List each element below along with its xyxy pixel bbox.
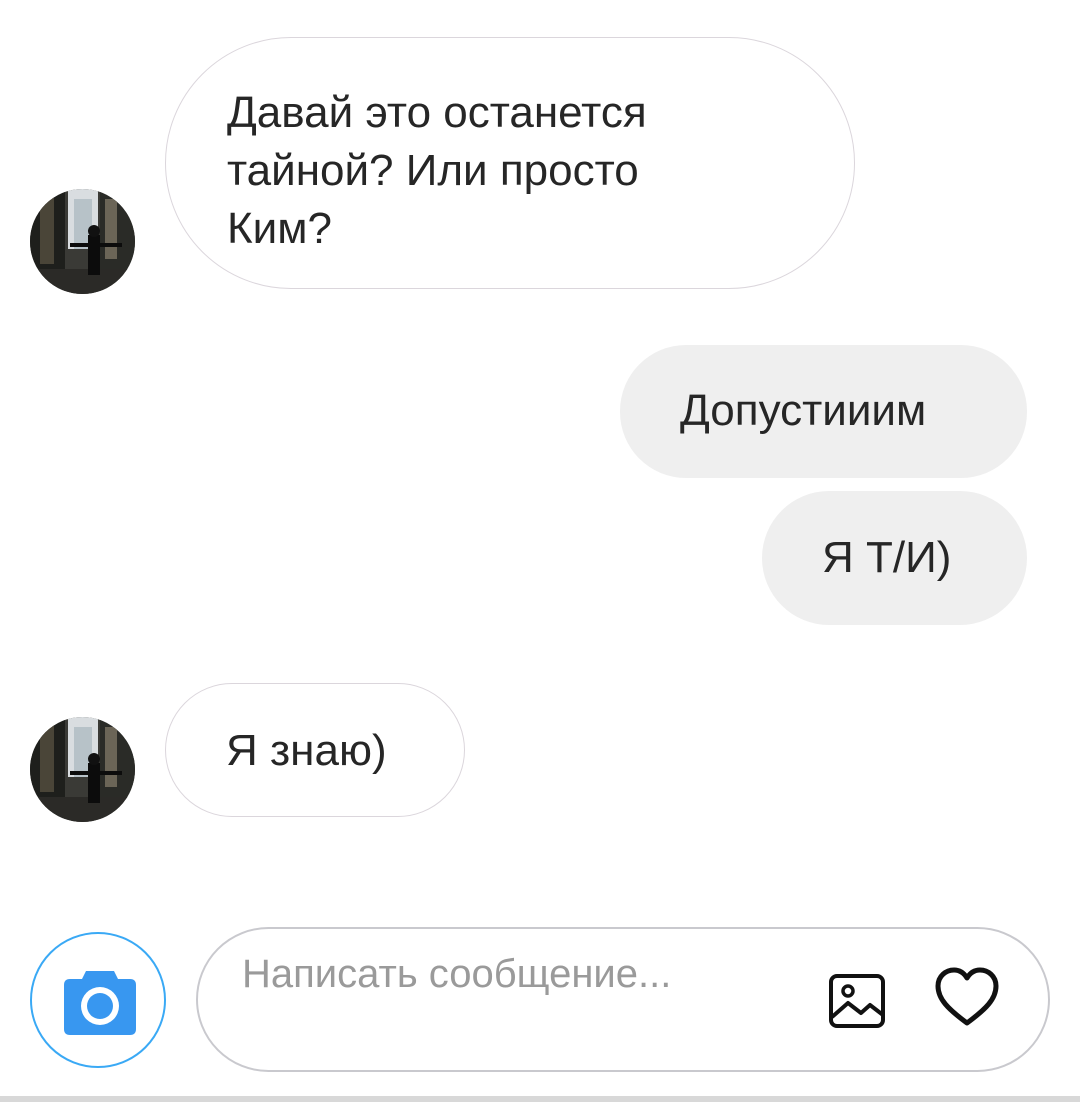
message-text-line: Допустииим (680, 386, 927, 435)
image-icon[interactable] (828, 973, 886, 1029)
heart-icon[interactable] (934, 967, 1000, 1029)
message-text-line: Я знаю) (226, 726, 387, 775)
incoming-message[interactable]: Я знаю) (165, 683, 465, 817)
avatar-photo (30, 717, 135, 822)
avatar-photo (30, 189, 135, 294)
message-composer (196, 927, 1050, 1072)
bottom-divider (0, 1096, 1080, 1102)
camera-icon (64, 971, 136, 1035)
message-text-line: Ким? (227, 204, 332, 253)
message-text-line: Давай это останется (227, 88, 647, 137)
sender-avatar[interactable] (30, 717, 135, 822)
message-text-line: тайной? Или просто (227, 146, 639, 195)
sender-avatar[interactable] (30, 189, 135, 294)
message-text-line: Я Т/И) (822, 533, 952, 582)
outgoing-message[interactable]: Допустииим (620, 345, 1027, 478)
camera-button[interactable] (30, 932, 166, 1068)
message-input[interactable] (242, 949, 802, 1053)
incoming-message[interactable]: Давай это останется тайной? Или просто К… (165, 37, 855, 289)
outgoing-message[interactable]: Я Т/И) (762, 491, 1027, 625)
